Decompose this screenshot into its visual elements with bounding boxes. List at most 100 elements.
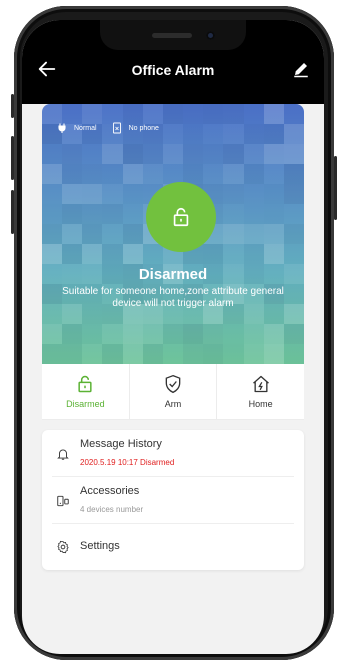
mosaic-tile bbox=[142, 164, 163, 184]
mosaic-tile bbox=[123, 204, 143, 224]
disarm-state-indicator[interactable] bbox=[146, 182, 216, 252]
mosaic-tile bbox=[162, 104, 184, 124]
mosaic-tile bbox=[284, 284, 304, 304]
mosaic-tile bbox=[102, 164, 122, 184]
volume-up-button bbox=[11, 136, 14, 180]
mosaic-tile bbox=[163, 344, 183, 364]
notch bbox=[100, 20, 246, 50]
mosaic-tile bbox=[203, 324, 223, 344]
home-bolt-icon bbox=[252, 375, 269, 393]
mosaic-tile bbox=[62, 224, 83, 244]
mosaic-tile bbox=[122, 104, 143, 124]
mosaic-tile bbox=[42, 284, 63, 304]
mosaic-tile bbox=[243, 224, 264, 244]
mosaic-tile bbox=[244, 244, 264, 264]
mosaic-tile bbox=[102, 324, 123, 344]
mode-disarmed-button[interactable]: Disarmed bbox=[42, 364, 130, 419]
power-button bbox=[334, 156, 337, 220]
mosaic-tile bbox=[263, 104, 284, 124]
mosaic-tile bbox=[62, 104, 82, 124]
mosaic-tile bbox=[244, 104, 264, 124]
app-screen: Office Alarm Normal No phone Disarmed Su… bbox=[22, 20, 324, 654]
mosaic-tile bbox=[203, 104, 224, 124]
devices-icon bbox=[57, 495, 69, 507]
shield-check-icon bbox=[165, 374, 181, 394]
mosaic-tile bbox=[142, 104, 163, 124]
phone-sim-icon bbox=[112, 122, 121, 134]
mosaic-tile bbox=[283, 164, 304, 184]
mosaic-tile bbox=[122, 244, 143, 264]
volume-down-button bbox=[11, 190, 14, 234]
message-history-row[interactable]: Message History 2020.5.19 10:17 Disarmed bbox=[42, 430, 304, 476]
mosaic-tile bbox=[263, 244, 284, 264]
mosaic-tile bbox=[284, 104, 304, 124]
mosaic-tile bbox=[283, 124, 304, 144]
mosaic-tile bbox=[42, 104, 63, 124]
accessories-row[interactable]: Accessories 4 devices number bbox=[42, 477, 304, 523]
mosaic-tile bbox=[263, 224, 284, 244]
mosaic-tile bbox=[223, 204, 243, 224]
mosaic-tile bbox=[102, 344, 123, 364]
mosaic-tile bbox=[223, 244, 243, 264]
front-camera bbox=[206, 31, 215, 40]
mute-switch bbox=[11, 94, 14, 118]
mosaic-tile bbox=[263, 144, 284, 164]
mosaic-tile bbox=[82, 104, 103, 124]
mosaic-tile bbox=[122, 344, 143, 364]
mosaic-tile bbox=[284, 204, 304, 224]
mosaic-tile bbox=[163, 124, 183, 144]
phone-status-text: No phone bbox=[128, 124, 159, 132]
mosaic-tile bbox=[62, 164, 83, 184]
mosaic-tile bbox=[123, 184, 143, 204]
mosaic-tile bbox=[223, 124, 244, 144]
mosaic-tile bbox=[243, 344, 264, 364]
mode-label: Arm bbox=[164, 399, 182, 409]
accessories-count: 4 devices number bbox=[80, 505, 144, 514]
mosaic-tile bbox=[203, 164, 223, 184]
settings-row[interactable]: Settings bbox=[42, 524, 304, 570]
mode-home-button[interactable]: Home bbox=[217, 364, 304, 419]
pencil-icon[interactable] bbox=[292, 60, 310, 78]
mosaic-tile bbox=[223, 184, 243, 204]
alarm-state-description: Suitable for someone home,zone attribute… bbox=[62, 286, 284, 309]
mode-arm-button[interactable]: Arm bbox=[130, 364, 218, 419]
mosaic-tile bbox=[82, 204, 103, 224]
mosaic-tile bbox=[42, 164, 63, 184]
mosaic-tile bbox=[283, 324, 304, 344]
mosaic-tile bbox=[223, 144, 244, 164]
mosaic-tile bbox=[283, 184, 304, 204]
mosaic-tile bbox=[223, 224, 244, 244]
mosaic-tile bbox=[264, 184, 284, 204]
mosaic-tile bbox=[122, 224, 143, 244]
mosaic-tile bbox=[203, 124, 223, 144]
mosaic-tile bbox=[283, 304, 304, 324]
mosaic-tile bbox=[243, 144, 264, 164]
mosaic-tile bbox=[143, 244, 163, 264]
mosaic-tile bbox=[42, 204, 62, 224]
mosaic-tile bbox=[42, 224, 63, 244]
mosaic-tile bbox=[102, 204, 123, 224]
mosaic-tile bbox=[183, 104, 204, 124]
mosaic-tile bbox=[243, 164, 264, 184]
mosaic-tile bbox=[82, 184, 103, 204]
mosaic-tile bbox=[284, 344, 304, 364]
power-plug-icon bbox=[58, 123, 66, 133]
mosaic-tile bbox=[223, 344, 243, 364]
mosaic-tile bbox=[264, 164, 284, 184]
mosaic-tile bbox=[283, 224, 304, 244]
mosaic-tile bbox=[163, 164, 183, 184]
unlock-icon bbox=[78, 375, 92, 393]
mosaic-tile bbox=[162, 144, 184, 164]
mosaic-tile bbox=[62, 204, 83, 224]
mosaic-tile bbox=[263, 344, 284, 364]
mosaic-tile bbox=[162, 324, 184, 344]
mosaic-tile bbox=[62, 184, 83, 204]
mosaic-tile bbox=[82, 344, 103, 364]
mosaic-tile bbox=[102, 104, 122, 124]
power-status-text: Normal bbox=[74, 124, 97, 132]
mosaic-tile bbox=[62, 144, 83, 164]
settings-title: Settings bbox=[80, 540, 120, 552]
alarm-state-title: Disarmed bbox=[138, 266, 208, 283]
mosaic-tile bbox=[102, 184, 123, 204]
mosaic-tile bbox=[243, 124, 264, 144]
